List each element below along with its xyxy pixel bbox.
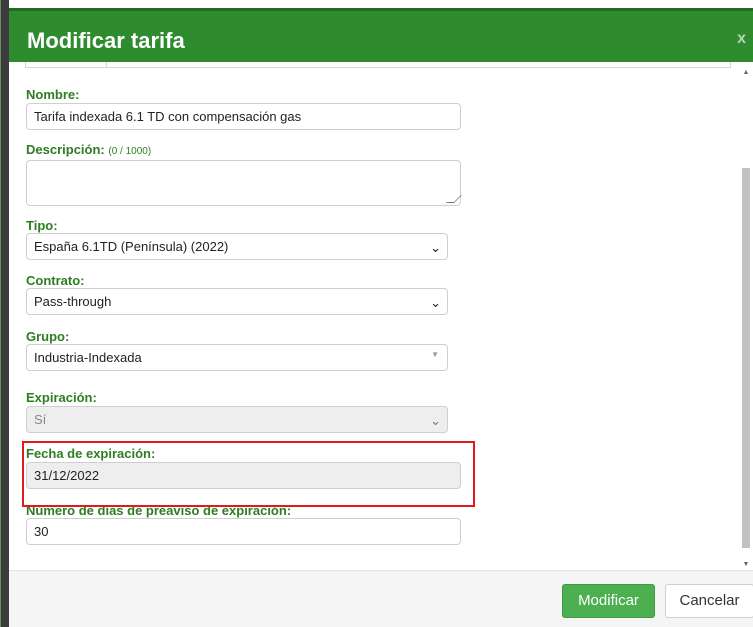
highlight-box (22, 441, 475, 507)
tipo-label: Tipo: (26, 218, 58, 233)
expiracion-label: Expiración: (26, 390, 97, 405)
contrato-label: Contrato: (26, 273, 85, 288)
descripcion-label: Descripción: (0 / 1000) (26, 142, 151, 157)
descripcion-counter: (0 / 1000) (108, 146, 152, 157)
nombre-input[interactable]: Tarifa indexada 6.1 TD con compensación … (26, 103, 461, 130)
contrato-select[interactable]: Pass-through ⌄ (26, 288, 448, 315)
cropped-field-top (25, 62, 731, 68)
modify-button[interactable]: Modificar (562, 584, 655, 618)
cancel-button[interactable]: Cancelar (665, 584, 753, 618)
tipo-select[interactable]: España 6.1TD (Península) (2022) ⌄ (26, 233, 448, 260)
dias-preaviso-input[interactable]: 30 (26, 518, 461, 545)
content-scrollbar[interactable]: ▲ ▼ (742, 68, 750, 570)
scroll-up-icon[interactable]: ▲ (742, 68, 750, 78)
descripcion-textarea[interactable] (26, 160, 462, 206)
chevron-down-icon: ⌄ (430, 295, 441, 310)
grupo-select[interactable]: Industria-Indexada ▼ (26, 344, 448, 371)
modal-title: Modificar tarifa (27, 28, 185, 53)
grupo-selected-value: Industria-Indexada (34, 350, 142, 365)
descripcion-label-text: Descripción: (26, 142, 105, 157)
chevron-down-icon: ⌄ (430, 413, 441, 428)
expiracion-select: Sí ⌄ (26, 406, 448, 433)
nombre-label: Nombre: (26, 87, 80, 102)
background-edge (1, 0, 9, 627)
contrato-selected-value: Pass-through (34, 294, 112, 309)
scroll-down-icon[interactable]: ▼ (742, 560, 750, 570)
modal-footer: Modificar Cancelar (9, 570, 753, 627)
resize-grip-icon[interactable] (446, 195, 462, 203)
tipo-selected-value: España 6.1TD (Península) (2022) (34, 239, 229, 254)
grupo-label: Grupo: (26, 329, 70, 344)
caret-down-icon: ▼ (431, 350, 439, 359)
modal-header: Modificar tarifa x (9, 8, 753, 62)
close-icon[interactable]: x (737, 30, 746, 48)
scroll-thumb[interactable] (742, 168, 750, 548)
modify-tariff-modal: Modificar tarifa x Nombre: Tarifa indexa… (0, 0, 753, 627)
chevron-down-icon: ⌄ (430, 240, 441, 255)
expiracion-selected-value: Sí (34, 412, 47, 427)
